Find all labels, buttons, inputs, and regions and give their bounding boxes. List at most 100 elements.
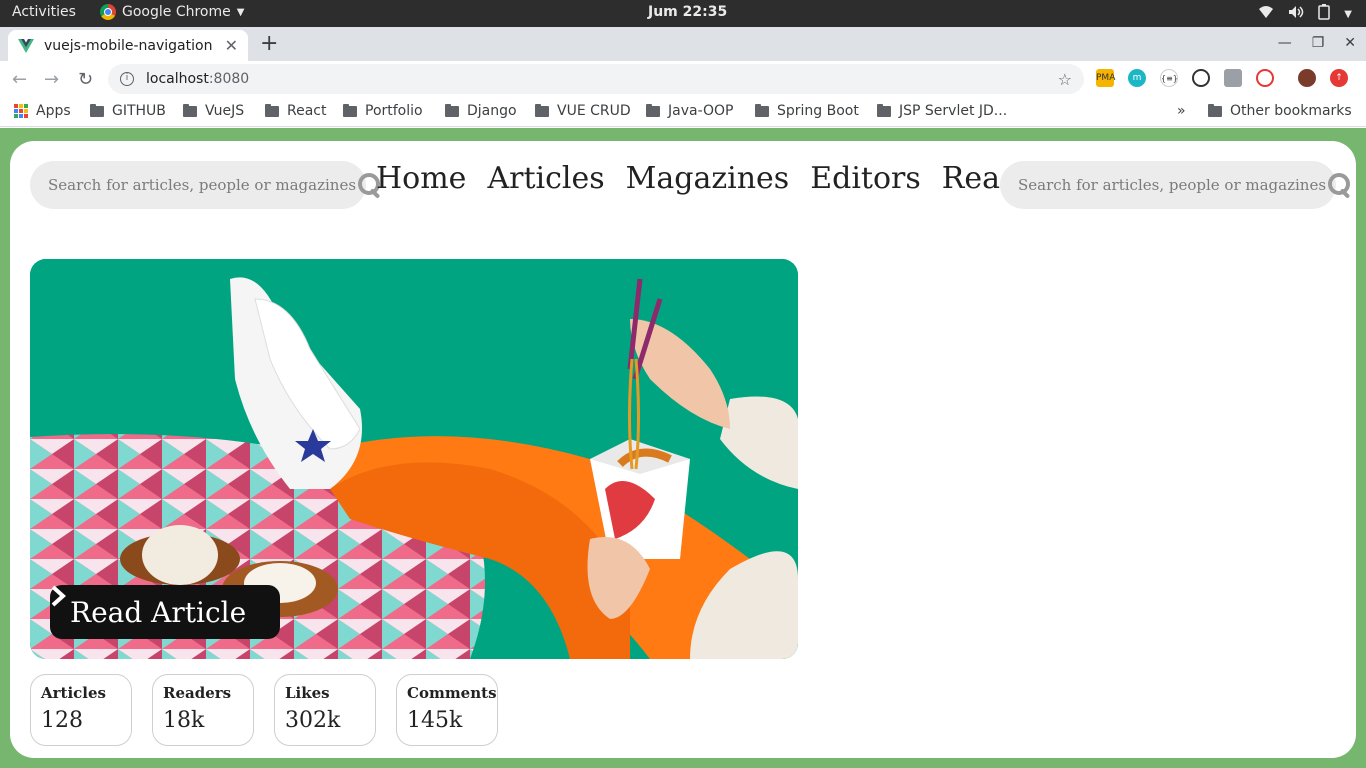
bookmark-label: Other bookmarks: [1230, 103, 1352, 119]
hex-extension-icon[interactable]: [1256, 69, 1274, 87]
bookmark-django[interactable]: Django: [445, 103, 517, 119]
bookmark-other[interactable]: Other bookmarks: [1208, 103, 1352, 119]
address-bar[interactable]: i localhost:8080 ☆: [108, 64, 1084, 94]
sync-extension-icon[interactable]: [1192, 69, 1210, 87]
bookmark-vuejs[interactable]: VueJS: [183, 103, 244, 119]
nav-editors[interactable]: Editors: [810, 161, 921, 196]
bookmark-portfolio[interactable]: Portfolio: [343, 103, 423, 119]
stat-label: Comments: [407, 684, 497, 702]
search-bar-right[interactable]: Search for articles, people or magazines: [1000, 161, 1351, 209]
chrome-icon: [100, 4, 116, 20]
bookmark-spring-boot[interactable]: Spring Boot: [755, 103, 859, 119]
hero-image: Read Article: [30, 259, 798, 659]
bookmark-label: Django: [467, 103, 517, 119]
bookmark-react[interactable]: React: [265, 103, 326, 119]
app-menu[interactable]: Google Chrome ▼: [100, 4, 244, 20]
clock[interactable]: Jum 22:35: [648, 4, 727, 20]
back-icon[interactable]: ←: [12, 69, 27, 90]
app-name: Google Chrome: [122, 4, 231, 20]
vue-icon: [18, 38, 34, 53]
activities-button[interactable]: Activities: [12, 4, 76, 20]
bookmark-label: Spring Boot: [777, 103, 859, 119]
stat-likes: Likes 302k: [274, 674, 376, 746]
bookmark-label: Apps: [36, 103, 71, 119]
toolbar: ← → ↻ i localhost:8080 ☆ PMA m {≡} ↑: [0, 61, 1366, 97]
update-icon[interactable]: ↑: [1330, 69, 1348, 87]
bookmark-label: VUE CRUD: [557, 103, 631, 119]
folder-icon: [343, 103, 357, 117]
nav-home[interactable]: Home: [376, 161, 466, 196]
search-bar-left[interactable]: Search for articles, people or magazines: [30, 161, 381, 209]
bookmark-github[interactable]: GITHUB: [90, 103, 166, 119]
reload-icon[interactable]: ↻: [78, 69, 93, 90]
bookmark-label: GITHUB: [112, 103, 166, 119]
stat-value: 128: [41, 708, 83, 733]
url-port: :8080: [208, 71, 250, 87]
close-window-icon[interactable]: ✕: [1344, 35, 1356, 51]
battery-icon: [1318, 4, 1331, 24]
bookmark-label: VueJS: [205, 103, 245, 119]
bookmarks-bar: Apps GITHUB VueJS React Portfolio Django…: [0, 97, 1366, 127]
url-host: localhost: [146, 71, 209, 87]
camera-extension-icon[interactable]: [1224, 69, 1242, 87]
app-card: Search for articles, people or magazines…: [10, 141, 1356, 758]
chevron-right-icon: [51, 585, 66, 607]
stat-label: Readers: [163, 684, 232, 702]
folder-icon: [265, 103, 279, 117]
volume-icon: [1288, 5, 1304, 23]
system-tray[interactable]: ▼: [1258, 4, 1352, 24]
stat-articles: Articles 128: [30, 674, 132, 746]
search-input[interactable]: Search for articles, people or magazines: [48, 176, 356, 194]
new-tab-button[interactable]: +: [260, 31, 278, 56]
chevron-down-icon: ▼: [236, 6, 245, 18]
nav-magazines[interactable]: Magazines: [626, 161, 790, 196]
folder-icon: [755, 103, 769, 117]
site-info-icon[interactable]: i: [120, 72, 134, 86]
bookmark-java-oop[interactable]: Java-OOP: [646, 103, 734, 119]
chevron-down-icon: ▼: [1344, 8, 1352, 20]
folder-icon: [90, 103, 104, 117]
tab-strip: vuejs-mobile-navigation ✕ + — ❐ ✕: [0, 27, 1366, 61]
os-top-bar: Activities Google Chrome ▼ Jum 22:35 ▼: [0, 0, 1366, 27]
pma-extension-icon[interactable]: PMA: [1096, 69, 1115, 87]
stat-label: Likes: [285, 684, 330, 702]
star-icon[interactable]: ☆: [1058, 70, 1072, 89]
stat-comments: Comments 145k: [396, 674, 498, 746]
close-tab-icon[interactable]: ✕: [225, 36, 238, 55]
nav-articles[interactable]: Articles: [487, 161, 604, 196]
more-bookmarks-button[interactable]: »: [1177, 103, 1186, 119]
apps-icon: [14, 104, 28, 118]
json-extension-icon[interactable]: {≡}: [1160, 69, 1178, 87]
restore-icon[interactable]: ❐: [1312, 35, 1325, 51]
folder-icon: [646, 103, 660, 117]
minimize-icon[interactable]: —: [1278, 35, 1292, 51]
folder-icon: [183, 103, 197, 117]
folder-icon: [1208, 103, 1222, 117]
avatar[interactable]: [1298, 69, 1316, 87]
folder-icon: [445, 103, 459, 117]
bookmark-vue-crud[interactable]: VUE CRUD: [535, 103, 631, 119]
bookmark-label: Java-OOP: [668, 103, 734, 119]
stat-label: Articles: [41, 684, 106, 702]
bookmark-label: Portfolio: [365, 103, 423, 119]
tab-title: vuejs-mobile-navigation: [44, 37, 213, 54]
search-input[interactable]: Search for articles, people or magazines: [1018, 176, 1326, 194]
bookmark-apps[interactable]: Apps: [14, 103, 71, 119]
folder-icon: [535, 103, 549, 117]
bookmark-jsp-servlet[interactable]: JSP Servlet JD...: [877, 103, 1007, 119]
read-article-label: Read Article: [70, 595, 247, 629]
main-nav: Home Articles Magazines Editors Readers: [376, 161, 1067, 196]
window-controls: — ❐ ✕: [1278, 35, 1356, 51]
stat-value: 145k: [407, 708, 463, 733]
wifi-icon: [1258, 5, 1274, 23]
stat-readers: Readers 18k: [152, 674, 254, 746]
extensions: PMA m {≡} ↑: [1096, 69, 1348, 87]
stat-value: 302k: [285, 708, 341, 733]
bookmark-label: JSP Servlet JD...: [899, 103, 1008, 119]
read-article-button[interactable]: Read Article: [50, 585, 280, 639]
m-extension-icon[interactable]: m: [1128, 69, 1146, 87]
stat-value: 18k: [163, 708, 205, 733]
browser-tab[interactable]: vuejs-mobile-navigation ✕: [8, 30, 248, 61]
forward-icon[interactable]: →: [44, 69, 59, 90]
bookmark-label: React: [287, 103, 327, 119]
